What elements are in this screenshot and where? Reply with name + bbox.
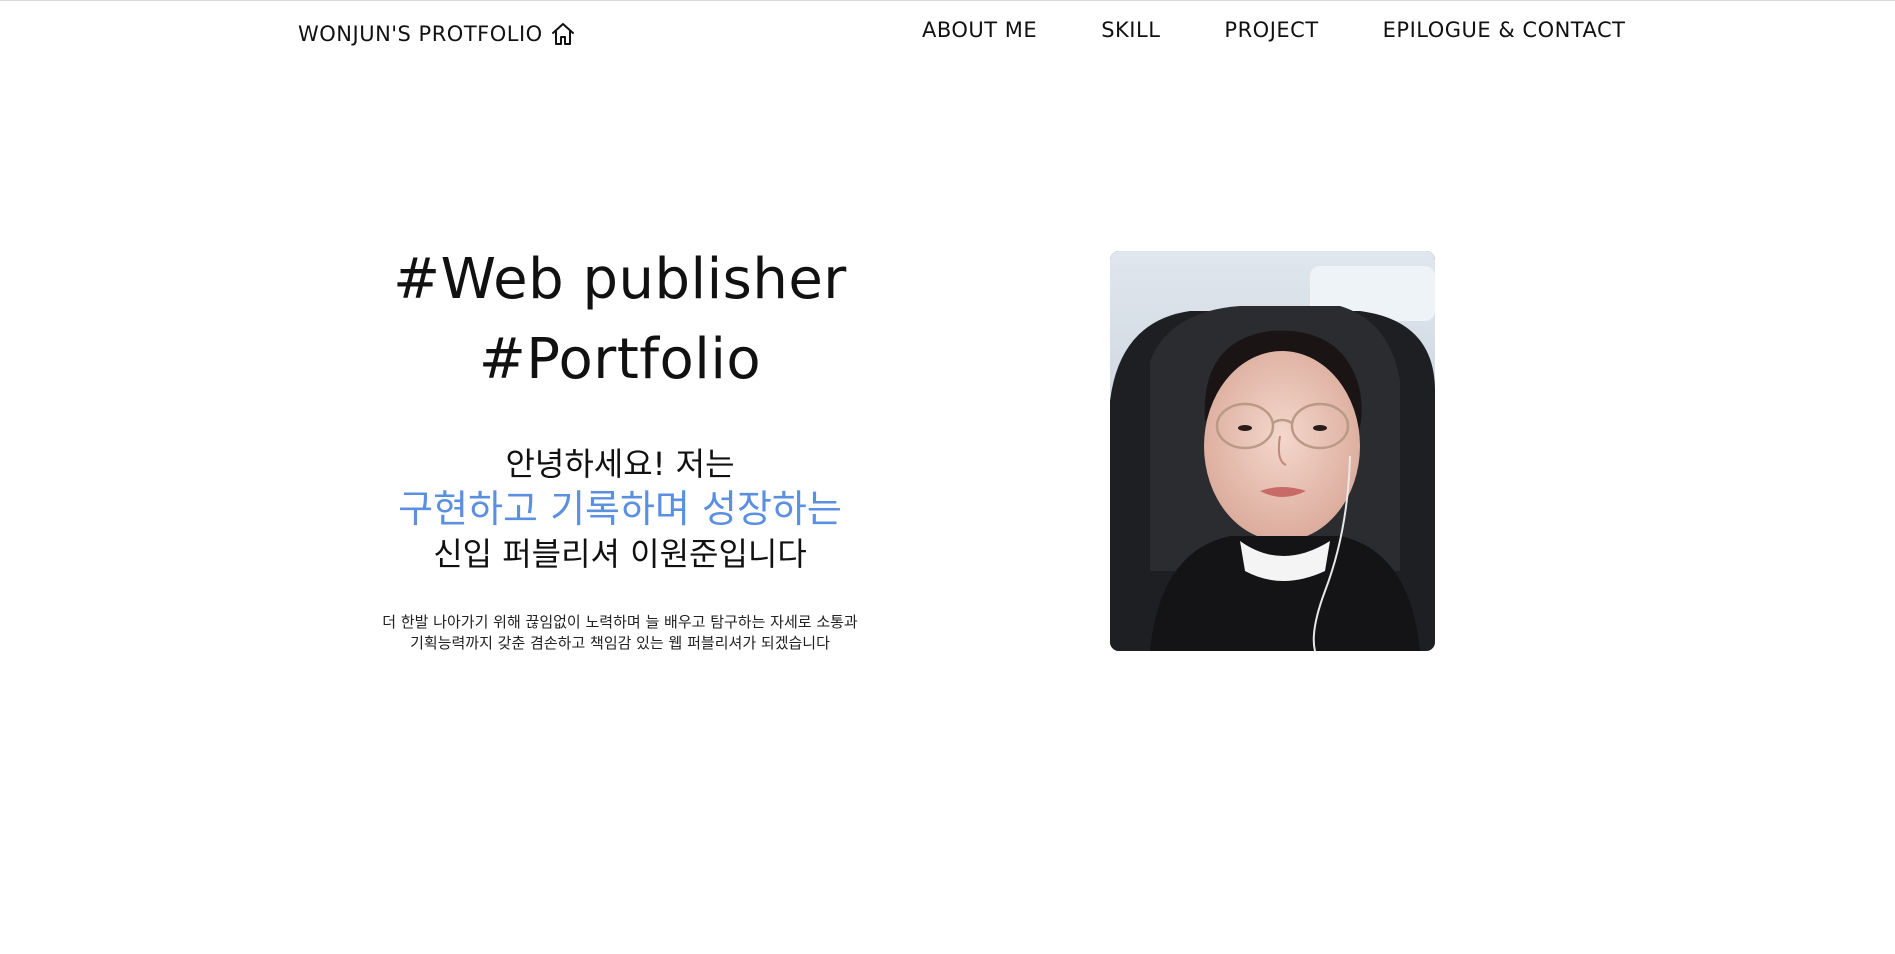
greeting-text: 안녕하세요! 저는: [505, 445, 735, 483]
nav-about-me[interactable]: ABOUT ME: [922, 18, 1037, 42]
hero-headline: #Web publisher #Portfolio: [320, 240, 920, 400]
logo-link[interactable]: WONJUN'S PROTFOLIO: [298, 20, 577, 48]
headline-portfolio: #Portfolio: [478, 327, 762, 392]
accent-text: 구현하고 기록하며 성장하는: [398, 487, 842, 531]
headline-web-publisher: #Web publisher: [393, 247, 847, 312]
name-text: 신입 퍼블리셔 이원준입니다: [433, 535, 807, 573]
description-line: 기획능력까지 갖춘 겸손하고 책임감 있는 웹 퍼블리셔가 되겠습니다: [410, 634, 830, 652]
nav-skill[interactable]: SKILL: [1101, 18, 1160, 42]
profile-photo: [1110, 251, 1435, 651]
main-nav: ABOUT ME SKILL PROJECT EPILOGUE & CONTAC…: [922, 18, 1626, 42]
description-line: 더 한발 나아가기 위해 끊임없이 노력하며 늘 배우고 탐구하는 자세로 소통…: [382, 613, 858, 631]
nav-epilogue-contact[interactable]: EPILOGUE & CONTACT: [1383, 18, 1626, 42]
hero-section: #Web publisher #Portfolio 안녕하세요! 저는 구현하고…: [320, 240, 920, 654]
nav-project[interactable]: PROJECT: [1224, 18, 1318, 42]
logo-text: WONJUN'S PROTFOLIO: [298, 22, 543, 46]
intro-block: 안녕하세요! 저는 구현하고 기록하며 성장하는 신입 퍼블리셔 이원준입니다: [320, 442, 920, 576]
description: 더 한발 나아가기 위해 끊임없이 노력하며 늘 배우고 탐구하는 자세로 소통…: [320, 612, 920, 654]
site-header: WONJUN'S PROTFOLIO ABOUT ME SKILL PROJEC…: [0, 0, 1895, 70]
home-icon: [549, 20, 577, 48]
